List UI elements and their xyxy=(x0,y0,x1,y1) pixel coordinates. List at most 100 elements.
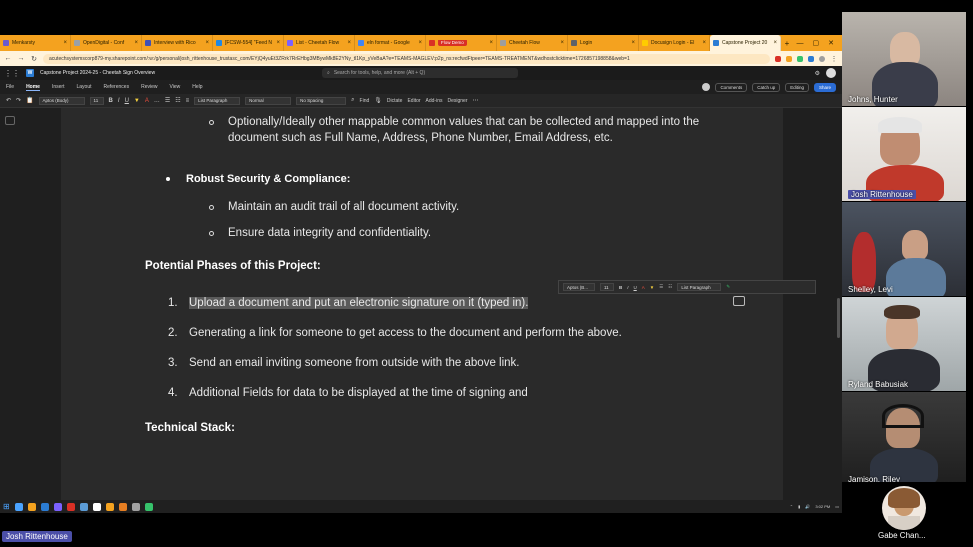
browser-tab[interactable]: Cheetah Flow × xyxy=(497,35,568,51)
mini-bullets-icon[interactable]: ☰ xyxy=(659,284,663,290)
settings-icon[interactable]: ⚙ xyxy=(815,70,820,77)
share-button[interactable]: Share xyxy=(813,82,836,92)
extension-icon[interactable] xyxy=(797,55,803,62)
taskbar-app-icon[interactable] xyxy=(92,502,101,511)
more-menu-icon[interactable]: ⋮ xyxy=(830,55,838,63)
taskbar-app-icon[interactable] xyxy=(14,502,23,511)
underline-icon[interactable]: U xyxy=(125,98,129,104)
style-no-spacing[interactable]: No Spacing xyxy=(296,96,347,105)
maximize-icon[interactable]: ▢ xyxy=(813,39,820,47)
extension-icon[interactable] xyxy=(808,55,814,62)
browser-tab[interactable]: Interview with Rico × xyxy=(142,35,213,51)
navigation-pane-icon[interactable] xyxy=(5,116,15,125)
menu-tab-help[interactable]: Help xyxy=(192,84,202,91)
italic-icon[interactable]: I xyxy=(118,98,120,104)
browser-tab[interactable]: Menkarsty × xyxy=(0,35,71,51)
taskbar-app-icon[interactable] xyxy=(66,502,75,511)
browser-tab[interactable]: Login × xyxy=(568,35,639,51)
menu-tab-references[interactable]: References xyxy=(104,84,130,91)
volume-icon[interactable]: 🔊 xyxy=(805,504,810,509)
dictate-icon[interactable]: 🎙 xyxy=(374,97,382,104)
tab-close-icon[interactable]: × xyxy=(205,40,209,46)
taskbar-app-icon[interactable] xyxy=(79,502,88,511)
menu-tab-layout[interactable]: Layout xyxy=(76,84,91,91)
participant-tile[interactable]: Gabe Chan... xyxy=(842,482,966,542)
comments-button[interactable]: Comments xyxy=(715,82,748,92)
find-icon[interactable]: ⌕ xyxy=(351,97,354,104)
redo-icon[interactable]: ↷ xyxy=(16,97,21,104)
highlight-icon[interactable]: ▼ xyxy=(134,98,140,104)
mini-font-color-icon[interactable]: A xyxy=(642,285,645,290)
mini-font-select[interactable]: Aptos (B... xyxy=(563,283,595,291)
bold-icon[interactable]: B xyxy=(109,98,113,104)
browser-tab[interactable]: [FCSW-554] "Feed N × xyxy=(213,35,284,51)
taskbar-app-icon[interactable] xyxy=(118,502,127,511)
tab-close-icon[interactable]: × xyxy=(418,40,422,46)
mini-italic-icon[interactable]: I xyxy=(627,285,628,290)
menu-tab-file[interactable]: File xyxy=(6,84,14,91)
mini-bold-icon[interactable]: B xyxy=(619,285,622,290)
browser-tab[interactable]: Flow Demo × xyxy=(426,35,497,51)
participant-tile[interactable]: Johns, Hunter xyxy=(842,12,966,106)
profile-icon[interactable] xyxy=(819,55,825,62)
minimize-icon[interactable]: — xyxy=(797,40,804,47)
tab-close-icon[interactable]: × xyxy=(134,40,138,46)
addins-button[interactable]: Add-ins xyxy=(426,98,443,104)
browser-tab[interactable]: OpenDigital - Conf × xyxy=(71,35,142,51)
back-icon[interactable]: ← xyxy=(4,55,12,62)
taskbar-app-icon[interactable] xyxy=(144,502,153,511)
editor-button[interactable]: Editor xyxy=(407,98,420,104)
extension-icon[interactable] xyxy=(775,55,781,62)
font-color-icon[interactable]: A xyxy=(145,98,149,104)
browser-tab[interactable]: eln format - Google × xyxy=(355,35,426,51)
close-icon[interactable]: ✕ xyxy=(828,39,834,47)
style-normal[interactable]: Normal xyxy=(245,96,292,105)
font-size-select[interactable]: 11 xyxy=(89,96,104,105)
search-box[interactable]: ⌕ Search for tools, help, and more (Alt … xyxy=(322,68,518,78)
app-launcher-icon[interactable]: ⋮⋮ xyxy=(4,69,20,78)
notification-icon[interactable]: ▭ xyxy=(835,504,839,509)
url-field[interactable]: acutechsystemscorp879-my.sharepoint.com/… xyxy=(43,53,770,64)
document-title[interactable]: Capstone Project 2024-25 - Cheetah Sign … xyxy=(40,70,155,76)
network-icon[interactable]: ▮ xyxy=(798,504,800,509)
mini-underline-icon[interactable]: U xyxy=(634,285,637,290)
ribbon-more-icon[interactable]: ⋯ xyxy=(473,97,479,104)
participant-tile[interactable]: Shelley, Levi xyxy=(842,202,966,296)
menu-tab-view[interactable]: View xyxy=(169,84,180,91)
menu-tab-insert[interactable]: Insert xyxy=(52,84,65,91)
mini-highlight-icon[interactable]: ▼ xyxy=(650,285,654,290)
mini-comment-icon[interactable]: ✎ xyxy=(726,284,730,290)
paste-icon[interactable]: 📋 xyxy=(26,97,33,104)
mini-numbering-icon[interactable]: ☷ xyxy=(668,284,672,290)
browser-tab[interactable]: List - Cheetah Flow × xyxy=(284,35,355,51)
account-avatar[interactable] xyxy=(826,68,836,78)
bullets-icon[interactable]: ☰ xyxy=(165,97,170,104)
editing-button[interactable]: Editing xyxy=(785,82,809,92)
forward-icon[interactable]: → xyxy=(17,55,25,62)
comment-icon[interactable] xyxy=(733,296,745,306)
tab-close-icon[interactable]: × xyxy=(347,40,351,46)
menu-tab-review[interactable]: Review xyxy=(141,84,157,91)
tab-close-icon[interactable]: × xyxy=(702,40,706,46)
align-icon[interactable]: ≡ xyxy=(186,98,190,104)
menu-tab-home[interactable]: Home xyxy=(26,84,40,91)
tab-close-icon[interactable]: × xyxy=(63,40,67,46)
taskbar-app-icon[interactable] xyxy=(40,502,49,511)
tab-close-icon[interactable]: × xyxy=(773,40,777,46)
reload-icon[interactable]: ↻ xyxy=(30,55,38,63)
extension-icon[interactable] xyxy=(786,55,792,62)
document-scrollbar[interactable] xyxy=(837,298,840,338)
tab-close-icon[interactable]: × xyxy=(560,40,564,46)
clock[interactable]: 3:02 PM xyxy=(815,504,830,509)
browser-tab[interactable]: Capstone Project 20 × xyxy=(710,35,781,51)
mini-size-select[interactable]: 11 xyxy=(600,283,614,291)
new-tab-button[interactable]: + xyxy=(781,35,793,51)
catchup-button[interactable]: Catch up xyxy=(752,82,781,92)
taskbar-app-icon[interactable] xyxy=(105,502,114,511)
tab-close-icon[interactable]: × xyxy=(276,40,280,46)
participant-tile[interactable]: Ryland Babusiak xyxy=(842,297,966,391)
find-button[interactable]: Find xyxy=(360,98,370,104)
participant-tile[interactable]: Josh Rittenhouse xyxy=(842,107,966,201)
presence-avatar[interactable] xyxy=(702,83,711,91)
style-list-paragraph[interactable]: List Paragraph xyxy=(194,96,241,105)
